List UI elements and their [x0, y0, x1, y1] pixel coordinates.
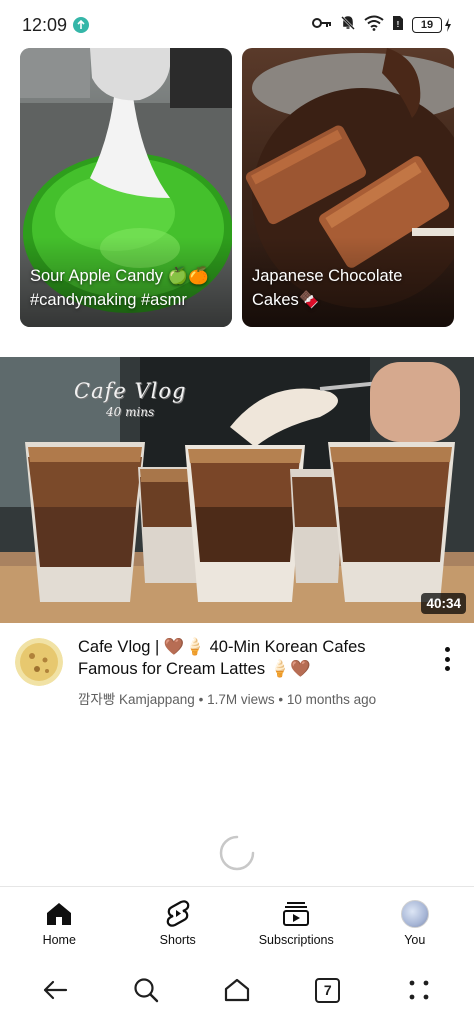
short-title: Sour Apple Candy 🍏🍊 #candymaking #asmr [30, 267, 209, 309]
bell-muted-icon [340, 15, 356, 36]
home-icon [44, 899, 74, 929]
nav-label: You [404, 933, 426, 947]
upload-age: 10 months ago [286, 692, 377, 707]
short-card[interactable]: Japanese Chocolate Cakes🍫 [242, 48, 454, 327]
channel-avatar[interactable] [15, 638, 63, 686]
notification-app-icon [73, 17, 90, 33]
back-icon[interactable] [33, 968, 77, 1012]
status-bar: 12:09 ! 19 [0, 0, 474, 50]
video-thumbnail[interactable]: Cafe Vlog 40 mins 40:34 [0, 357, 474, 623]
video-meta[interactable]: Cafe Vlog | 🤎🍦 40-Min Korean Cafes Famou… [0, 623, 474, 713]
video-title[interactable]: Cafe Vlog | 🤎🍦 40-Min Korean Cafes Famou… [78, 636, 414, 680]
svg-text:!: ! [397, 20, 400, 29]
nav-label: Home [42, 933, 76, 947]
view-count: 1.7M views [207, 692, 275, 707]
key-icon [312, 16, 332, 34]
tabs-icon[interactable]: 7 [306, 968, 350, 1012]
subscriptions-icon [281, 899, 311, 929]
nav-subscriptions[interactable]: Subscriptions [237, 887, 356, 954]
nav-you[interactable]: You [356, 887, 474, 954]
short-title: Japanese Chocolate Cakes🍫 [252, 267, 403, 309]
sim-icon: ! [392, 15, 404, 36]
home-icon[interactable] [215, 968, 259, 1012]
shorts-icon [163, 899, 193, 929]
bottom-navigation: Home Shorts Subscriptions You [0, 886, 474, 954]
short-card[interactable]: Sour Apple Candy 🍏🍊 #candymaking #asmr [20, 48, 232, 327]
nav-label: Shorts [159, 933, 196, 947]
video-subtitle: 깜자빵 Kamjappang • 1.7M views • 10 months … [78, 692, 377, 707]
search-icon[interactable] [124, 968, 168, 1012]
battery-level: 19 [412, 17, 442, 33]
thumbnail-subtitle: 40 mins [106, 405, 155, 419]
nav-label: Subscriptions [258, 933, 334, 947]
charging-icon [445, 18, 451, 32]
channel-name[interactable]: 깜자빵 Kamjappang [78, 692, 195, 707]
video-duration: 40:34 [421, 593, 466, 614]
loading-spinner-icon [219, 835, 255, 871]
video-thumbnail-image [0, 357, 474, 623]
thumbnail-title: Cafe Vlog [74, 379, 187, 403]
wifi-icon [364, 15, 384, 36]
battery-icon: 19 [412, 17, 452, 33]
shorts-row: Sour Apple Candy 🍏🍊 #candymaking #asmr J… [20, 48, 455, 327]
tab-count: 7 [315, 977, 341, 1003]
nav-home[interactable]: Home [0, 887, 119, 954]
status-time: 12:09 [22, 14, 68, 35]
more-options-icon[interactable] [438, 647, 456, 671]
status-icons: ! 19 [312, 15, 452, 36]
system-navigation: 7 [0, 956, 474, 1024]
menu-icon[interactable] [397, 968, 441, 1012]
nav-shorts[interactable]: Shorts [119, 887, 238, 954]
profile-avatar [400, 900, 429, 928]
